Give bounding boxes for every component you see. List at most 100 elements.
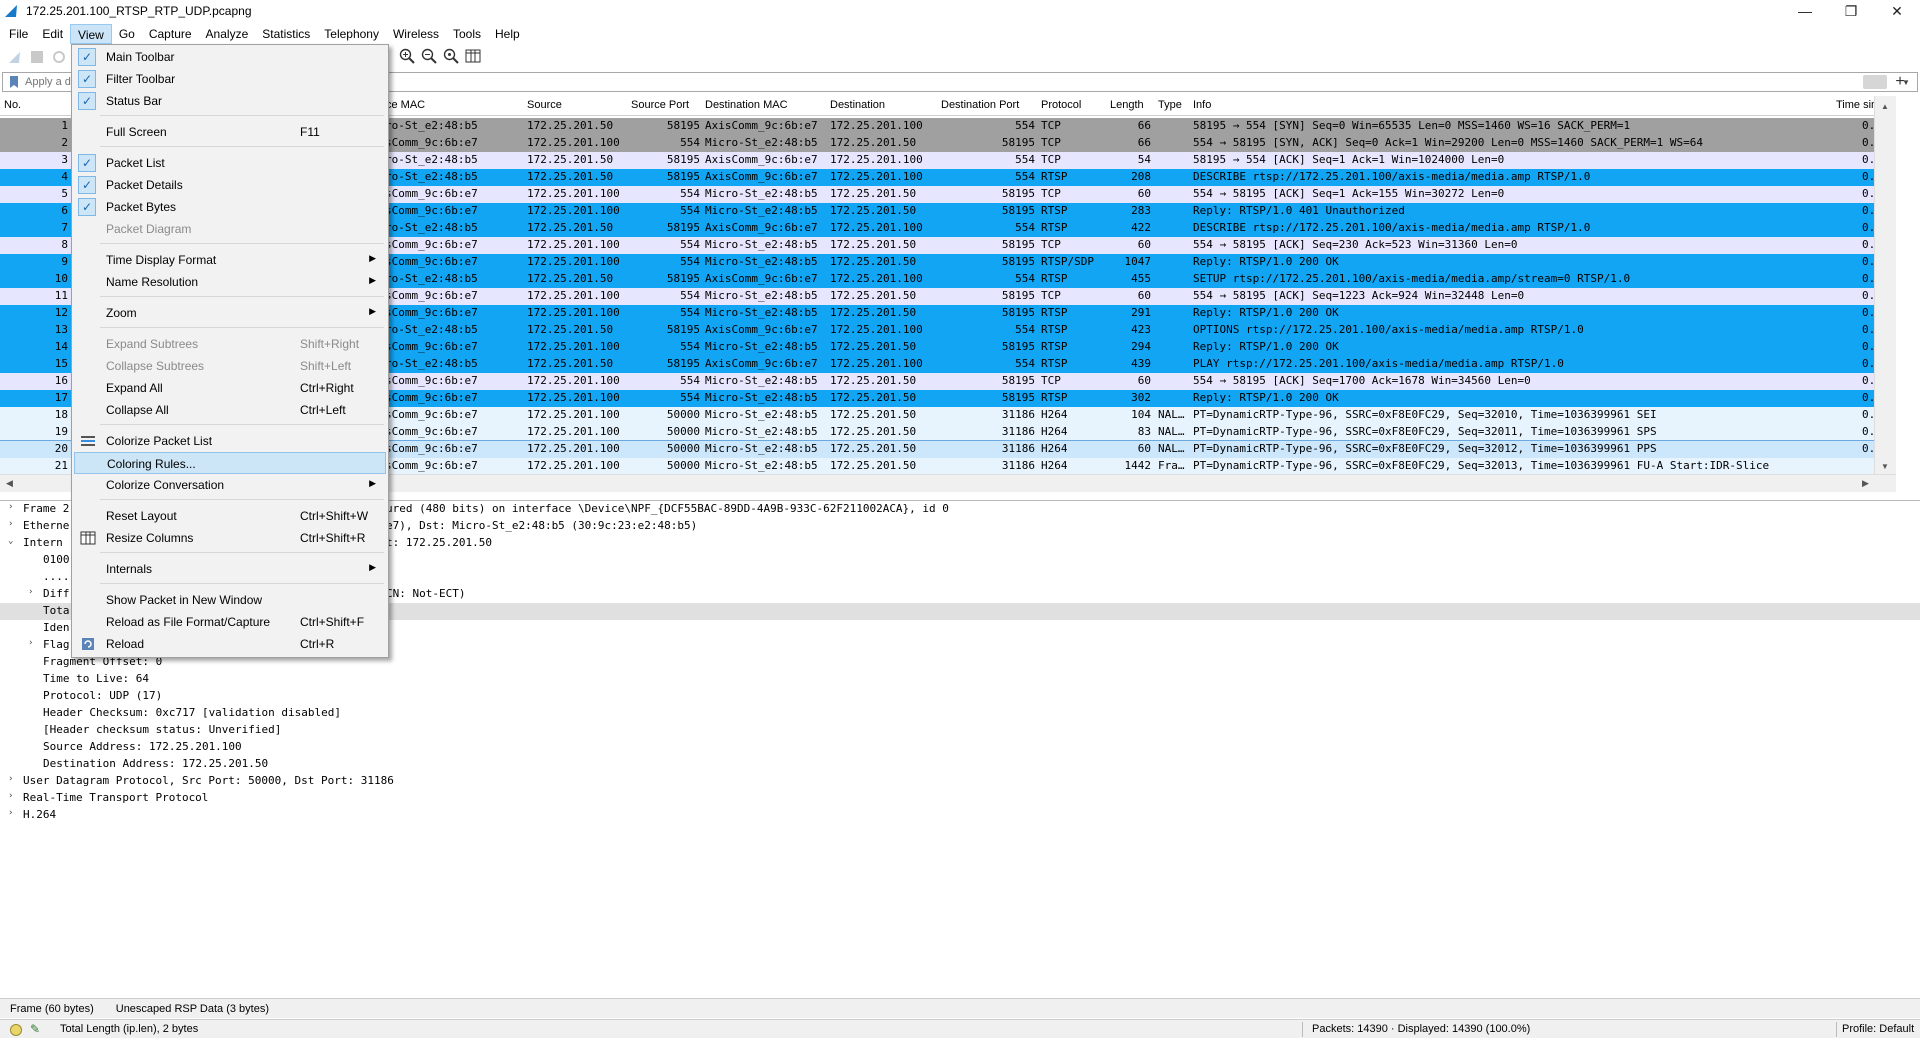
menu-item-status-bar[interactable]: ✓ Status Bar [74,90,386,112]
detail-row[interactable]: › H.264 [0,807,1920,824]
detail-row[interactable]: Source Address: 172.25.201.100 [0,739,1920,756]
scroll-down-icon[interactable]: ▼ [1881,462,1889,471]
expand-arrow-icon[interactable]: › [8,519,13,529]
tab-unescaped-rsp-data[interactable]: Unescaped RSP Data (3 bytes) [116,1003,269,1015]
menu-analyze[interactable]: Analyze [199,24,256,44]
menu-item-name-resolution[interactable]: Name Resolution ▶ [74,271,386,293]
expand-arrow-icon[interactable]: › [8,808,13,818]
cell-source-port: 58195 [666,357,700,370]
menu-item-filter-toolbar[interactable]: ✓ Filter Toolbar [74,68,386,90]
expand-arrow-icon[interactable]: › [28,638,33,648]
menu-item-reload-as-file-format[interactable]: Reload as File Format/Capture Ctrl+Shift+… [74,611,386,633]
col-no[interactable]: No. [4,99,21,111]
col-source-port[interactable]: Source Port [631,99,689,111]
detail-row[interactable]: Header Checksum: 0xc717 [validation disa… [0,705,1920,722]
normal-size-icon[interactable] [443,48,459,64]
menu-wireless[interactable]: Wireless [386,24,446,44]
stop-capture-icon[interactable] [29,49,45,65]
cell-destination-mac: AxisComm_9c:6b:e7 [705,221,818,234]
menu-item-colorize-packet-list[interactable]: Colorize Packet List [74,430,386,452]
menu-separator [100,424,384,425]
col-length[interactable]: Length [1110,99,1144,111]
status-profile[interactable]: Profile: Default [1842,1023,1914,1035]
menu-item-collapse-all[interactable]: Collapse All Ctrl+Left [74,399,386,421]
resize-columns-icon[interactable] [465,48,481,64]
col-source[interactable]: Source [527,99,562,111]
expert-info-icon[interactable] [10,1024,22,1036]
scroll-left-icon[interactable]: ◀ [6,478,13,489]
minimize-button[interactable]: — [1782,0,1828,22]
col-info[interactable]: Info [1193,99,1211,111]
col-source-mac[interactable]: ce MAC [386,99,425,111]
detail-row[interactable]: Protocol: UDP (17) [0,688,1920,705]
menu-item-coloring-rules[interactable]: Coloring Rules... [74,452,386,474]
menu-help[interactable]: Help [488,24,527,44]
detail-text: [Header checksum status: Unverified] [43,723,282,736]
zoom-out-icon[interactable] [421,48,437,64]
menu-item-packet-list[interactable]: ✓ Packet List [74,152,386,174]
menu-item-colorize-conversation[interactable]: Colorize Conversation ▶ [74,474,386,496]
expanded-arrow-icon[interactable]: ⌄ [8,536,13,546]
menu-item-packet-details[interactable]: ✓ Packet Details [74,174,386,196]
scroll-right-icon[interactable]: ▶ [1862,478,1869,489]
menu-edit[interactable]: Edit [35,24,70,44]
cell-source-port: 58195 [666,170,700,183]
col-destination-mac[interactable]: Destination MAC [705,99,788,111]
add-filter-button[interactable]: + [1890,72,1910,92]
menu-item-main-toolbar[interactable]: ✓ Main Toolbar [74,46,386,68]
expand-arrow-icon[interactable]: › [8,502,13,512]
restart-capture-icon[interactable] [51,49,67,65]
cell-info: 554 → 58195 [SYN, ACK] Seq=0 Ack=1 Win=2… [1193,136,1703,149]
zoom-in-icon[interactable] [399,48,415,64]
detail-row[interactable]: › User Datagram Protocol, Src Port: 50000… [0,773,1920,790]
tab-frame-bytes[interactable]: Frame (60 bytes) [10,1003,94,1015]
menu-item-internals[interactable]: Internals ▶ [74,558,386,580]
col-type[interactable]: Type [1158,99,1182,111]
expand-arrow-icon[interactable]: › [8,774,13,784]
menu-item-show-packet-new-window[interactable]: Show Packet in New Window [74,589,386,611]
cell-destination-port: 58195 [1001,238,1035,251]
menu-statistics[interactable]: Statistics [255,24,317,44]
menu-item-expand-all[interactable]: Expand All Ctrl+Right [74,377,386,399]
detail-row[interactable]: Destination Address: 172.25.201.50 [0,756,1920,773]
menu-file[interactable]: File [2,24,35,44]
menu-go[interactable]: Go [112,24,142,44]
col-destination-port[interactable]: Destination Port [941,99,1019,111]
menu-view[interactable]: View [70,24,112,44]
packet-list-vertical-scrollbar[interactable]: ▲ ▼ [1874,96,1896,474]
start-capture-icon[interactable] [7,49,23,65]
col-destination[interactable]: Destination [830,99,885,111]
menu-item-full-screen[interactable]: Full Screen F11 [74,121,386,143]
menu-item-resize-columns[interactable]: Resize Columns Ctrl+Shift+R [74,527,386,549]
capture-comment-icon[interactable]: ✎ [30,1022,40,1036]
cell-type: NAL… [1158,425,1185,438]
cell-info: 58195 → 554 [ACK] Seq=1 Ack=1 Win=102400… [1193,153,1505,166]
menu-item-reload[interactable]: Reload Ctrl+R [74,633,386,655]
cell-time: 0. [1862,187,1874,200]
menu-item-packet-bytes[interactable]: ✓ Packet Bytes [74,196,386,218]
expand-arrow-icon[interactable]: › [28,587,33,597]
menu-item-time-display-format[interactable]: Time Display Format ▶ [74,249,386,271]
maximize-button[interactable]: ❐ [1828,0,1874,22]
detail-row[interactable]: Time to Live: 64 [0,671,1920,688]
cell-source-port: 58195 [666,323,700,336]
cell-info: Reply: RTSP/1.0 200 OK [1193,255,1339,268]
menu-item-zoom[interactable]: Zoom ▶ [74,302,386,324]
cell-source-mac: ro-St_e2:48:b5 [385,272,478,285]
cell-destination-port: 58195 [1001,204,1035,217]
col-time[interactable]: Time sin [1836,99,1877,111]
col-protocol[interactable]: Protocol [1041,99,1081,111]
detail-row[interactable]: › Real-Time Transport Protocol [0,790,1920,807]
cell-destination-port: 58195 [1001,255,1035,268]
bookmark-icon[interactable] [7,75,21,89]
status-bar: ✎ Total Length (ip.len), 2 bytes Packets… [0,1019,1920,1038]
menu-capture[interactable]: Capture [142,24,199,44]
scroll-up-icon[interactable]: ▲ [1881,102,1889,111]
menu-telephony[interactable]: Telephony [317,24,386,44]
detail-row[interactable]: [Header checksum status: Unverified] [0,722,1920,739]
apply-filter-arrow-icon[interactable] [1863,75,1887,89]
expand-arrow-icon[interactable]: › [8,791,13,801]
menu-tools[interactable]: Tools [446,24,488,44]
menu-item-reset-layout[interactable]: Reset Layout Ctrl+Shift+W [74,505,386,527]
close-button[interactable]: ✕ [1874,0,1920,22]
